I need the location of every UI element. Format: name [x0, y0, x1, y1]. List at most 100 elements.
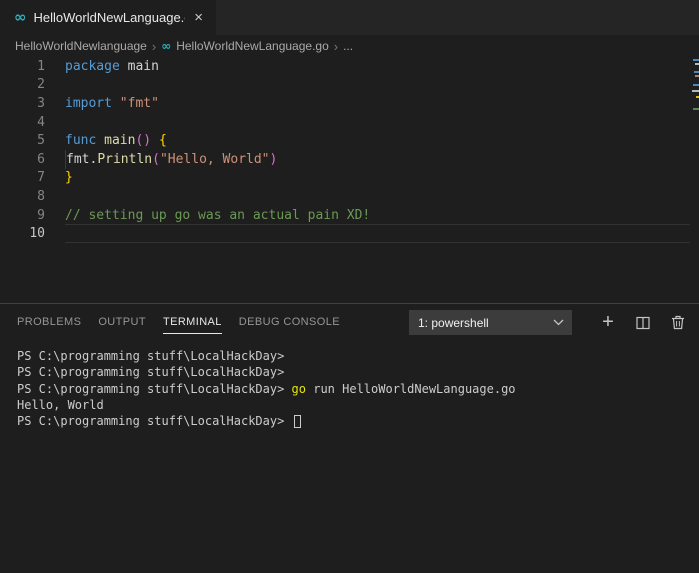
- tab-helloworldnewlanguage-go[interactable]: ∞ HelloWorldNewLanguage.go ×: [0, 0, 216, 35]
- breadcrumb: HelloWorldNewlanguage › ∞ HelloWorldNewL…: [0, 35, 699, 57]
- chevron-right-icon: ›: [152, 40, 156, 53]
- line-number: 1: [0, 59, 45, 74]
- minimap-line: [692, 90, 699, 92]
- terminal-line-1: PS C:\programming stuff\LocalHackDay>: [17, 348, 699, 364]
- minimap[interactable]: [691, 57, 699, 303]
- line-content: [65, 224, 690, 243]
- panel-tab-debug-console[interactable]: DEBUG CONSOLE: [239, 312, 340, 334]
- token-term: run HelloWorldNewLanguage.go: [306, 382, 516, 396]
- minimap-line: [693, 108, 699, 110]
- panel-header: PROBLEMS OUTPUT TERMINAL DEBUG CONSOLE 1: p…: [0, 304, 699, 341]
- line-number: 7: [0, 170, 45, 185]
- line-content: package main: [65, 57, 690, 76]
- editor-tab-bar: ∞ HelloWorldNewLanguage.go ×: [0, 0, 699, 35]
- token-paren: (: [152, 152, 160, 167]
- token-func: Println: [97, 152, 152, 167]
- terminal-line-4: Hello, World: [17, 397, 699, 413]
- bottom-panel: PROBLEMS OUTPUT TERMINAL DEBUG CONSOLE 1: p…: [0, 303, 699, 573]
- panel-tab-terminal[interactable]: TERMINAL: [163, 312, 222, 334]
- token-term: PS C:\programming stuff\LocalHackDay>: [17, 414, 292, 428]
- line-content: func main() {: [65, 131, 690, 150]
- token-func: main: [104, 133, 135, 148]
- code-line-4[interactable]: 4: [0, 113, 699, 132]
- breadcrumb-folder[interactable]: HelloWorldNewlanguage: [15, 39, 147, 53]
- line-number: 3: [0, 96, 45, 111]
- line-number: 5: [0, 133, 45, 148]
- token-code: [151, 133, 159, 148]
- token-paren: ): [270, 152, 278, 167]
- code-line-3[interactable]: 3 import "fmt": [0, 94, 699, 113]
- minimap-line: [694, 71, 699, 73]
- terminal-selector-dropdown[interactable]: 1: powershell: [409, 310, 572, 335]
- token-brace: {: [159, 133, 167, 148]
- new-terminal-button[interactable]: +: [595, 310, 621, 336]
- chevron-down-icon: [553, 319, 564, 326]
- split-pane-icon: [636, 316, 650, 330]
- code-line-5[interactable]: 5 func main() {: [0, 131, 699, 150]
- minimap-line: [693, 84, 699, 86]
- token-code: main: [128, 59, 159, 74]
- split-terminal-button[interactable]: [630, 310, 656, 336]
- line-content: [65, 76, 690, 95]
- terminal-line-5: PS C:\programming stuff\LocalHackDay>: [17, 413, 699, 429]
- line-number: 2: [0, 77, 45, 92]
- breadcrumb-symbol-more[interactable]: ...: [343, 39, 353, 53]
- token-brace: }: [65, 170, 73, 185]
- token-paren: (): [135, 133, 151, 148]
- close-tab-icon[interactable]: ×: [191, 9, 206, 26]
- terminal-cursor: [294, 415, 301, 428]
- minimap-line: [693, 59, 699, 61]
- minimap-line: [695, 63, 699, 65]
- line-content: [65, 113, 690, 132]
- code-line-6[interactable]: 6 fmt.Println("Hello, World"): [0, 150, 699, 169]
- code-line-7[interactable]: 7}: [0, 169, 699, 188]
- token-keyword: package: [65, 59, 128, 74]
- go-file-icon: ∞: [161, 40, 171, 52]
- line-number: 8: [0, 189, 45, 204]
- token-comment: // setting up go was an actual pain XD!: [65, 208, 370, 223]
- plus-icon: +: [602, 312, 614, 332]
- terminal-actions: +: [586, 310, 691, 336]
- terminal-output[interactable]: PS C:\programming stuff\LocalHackDay>PS …: [0, 341, 699, 573]
- token-keyword: func: [65, 133, 104, 148]
- token-term: Hello, World: [17, 398, 104, 412]
- line-content: // setting up go was an actual pain XD!: [65, 206, 690, 225]
- code-line-8[interactable]: 8: [0, 187, 699, 206]
- kill-terminal-button[interactable]: [665, 310, 691, 336]
- code-line-10[interactable]: 10: [0, 224, 699, 243]
- terminal-line-3: PS C:\programming stuff\LocalHackDay> go…: [17, 381, 699, 397]
- token-string: "Hello, World": [160, 152, 270, 167]
- code-line-2[interactable]: 2: [0, 76, 699, 95]
- minimap-line: [695, 75, 699, 77]
- code-line-1[interactable]: 1 package main: [0, 57, 699, 76]
- line-content: import "fmt": [65, 94, 690, 113]
- token-string: "fmt": [120, 96, 159, 111]
- line-number: 9: [0, 208, 45, 223]
- token-termYellow: go: [292, 382, 306, 396]
- code-line-9[interactable]: 9 // setting up go was an actual pain XD!: [0, 206, 699, 225]
- line-content: fmt.Println("Hello, World"): [65, 150, 690, 169]
- token-term: PS C:\programming stuff\LocalHackDay>: [17, 382, 292, 396]
- trash-icon: [671, 315, 685, 330]
- terminal-selector-value: 1: powershell: [418, 316, 489, 330]
- token-keyword: import: [65, 96, 120, 111]
- line-content: }: [65, 169, 690, 188]
- token-term: PS C:\programming stuff\LocalHackDay>: [17, 349, 284, 363]
- vscode-window: ∞ HelloWorldNewLanguage.go × HelloWorldN…: [0, 0, 699, 573]
- code-lines: 1package main23import "fmt"45func main()…: [0, 57, 699, 243]
- code-editor[interactable]: 1package main23import "fmt"45func main()…: [0, 57, 699, 303]
- chevron-right-icon: ›: [334, 40, 338, 53]
- tab-label: HelloWorldNewLanguage.go: [34, 10, 186, 25]
- go-file-icon: ∞: [14, 10, 27, 25]
- breadcrumb-file[interactable]: HelloWorldNewLanguage.go: [176, 39, 329, 53]
- line-number: 4: [0, 115, 45, 130]
- line-number: 10: [0, 226, 45, 241]
- line-number: 6: [0, 152, 45, 167]
- panel-tab-problems[interactable]: PROBLEMS: [17, 312, 81, 334]
- panel-tabs: PROBLEMS OUTPUT TERMINAL DEBUG CONSOLE: [17, 304, 357, 341]
- terminal-line-2: PS C:\programming stuff\LocalHackDay>: [17, 364, 699, 380]
- panel-tab-output[interactable]: OUTPUT: [98, 312, 146, 334]
- line-content: [65, 187, 690, 206]
- token-code: fmt.: [66, 152, 97, 167]
- token-term: PS C:\programming stuff\LocalHackDay>: [17, 365, 284, 379]
